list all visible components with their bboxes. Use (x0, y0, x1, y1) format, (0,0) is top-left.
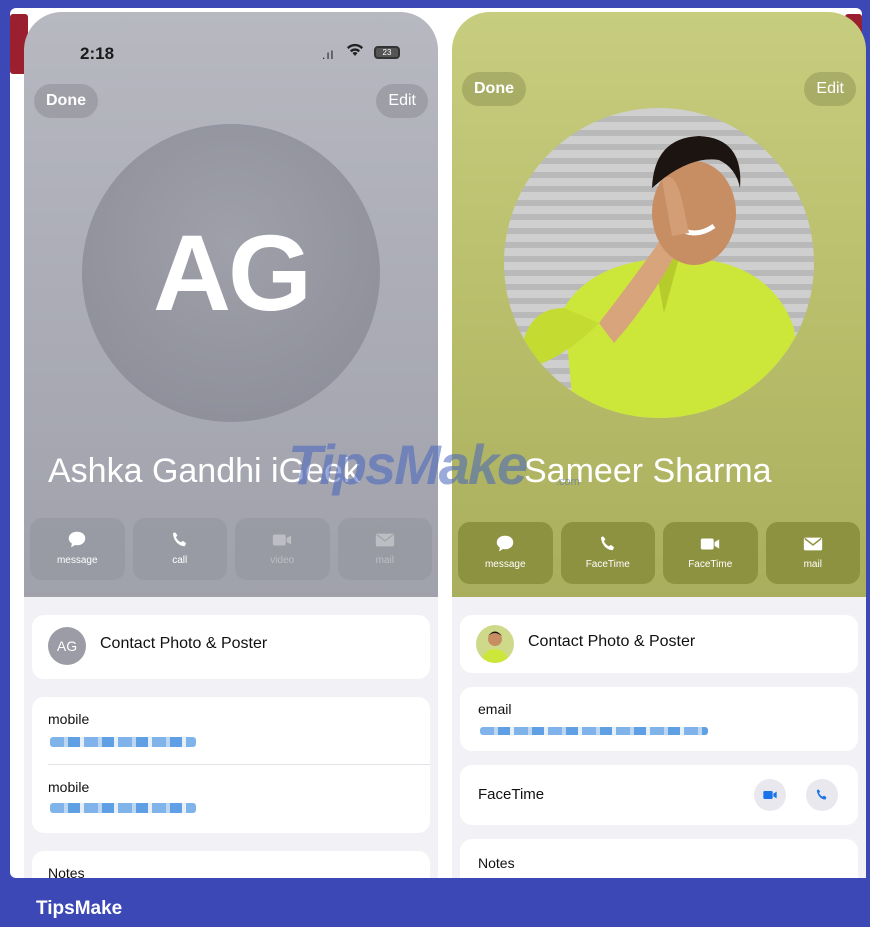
person-photo-illustration (524, 136, 804, 418)
contact-poster-right: Done Edit Sameer Sharma message FaceTime… (452, 12, 866, 597)
status-time: 2:18 (80, 44, 115, 63)
done-button[interactable]: Done (462, 72, 526, 106)
contact-screen-right: Done Edit Sameer Sharma message FaceTime… (452, 12, 866, 878)
mail-button[interactable]: mail (765, 522, 860, 584)
wifi-icon (346, 42, 364, 63)
message-button[interactable]: message (30, 518, 125, 580)
mobile-number-2-blurred[interactable] (50, 803, 196, 813)
email-label: email (478, 701, 512, 717)
email-address-blurred[interactable] (480, 727, 708, 735)
facetime-video-label: FaceTime (688, 559, 733, 570)
mobile-label-2: mobile (48, 779, 90, 795)
contact-name: Sameer Sharma (524, 452, 772, 490)
mail-icon (375, 533, 394, 547)
phone-icon (600, 536, 614, 551)
facetime-card: FaceTime (460, 765, 858, 825)
call-button[interactable]: call (132, 518, 227, 580)
action-buttons: message call video mail (30, 518, 432, 580)
cellular-signal-icon: .ıl (322, 48, 335, 62)
contact-name: Ashka Gandhi iGeek (48, 452, 360, 490)
facetime-audio-button[interactable]: FaceTime (560, 522, 655, 584)
contact-photo-label: Contact Photo & Poster (100, 635, 268, 652)
message-label: message (484, 559, 526, 570)
video-icon (763, 791, 777, 799)
facetime-label: FaceTime (478, 786, 545, 803)
phone-icon (816, 789, 827, 800)
video-icon (273, 534, 292, 546)
facetime-video-small-button[interactable] (754, 779, 786, 811)
done-button[interactable]: Done (34, 84, 98, 118)
mobile-label-1: mobile (48, 711, 90, 727)
contact-screen-left: 2:18 .ıl 23 Done Edit AG Ashka Gandhi iG… (24, 12, 438, 878)
facetime-audio-small-button[interactable] (806, 779, 838, 811)
action-buttons: message FaceTime FaceTime mail (458, 522, 860, 584)
message-button[interactable]: message (458, 522, 553, 584)
message-icon (497, 535, 514, 552)
message-label: message (56, 555, 98, 566)
video-label: video (270, 555, 295, 566)
edit-button[interactable]: Edit (376, 84, 428, 118)
mail-icon (803, 537, 822, 551)
notes-card[interactable]: Notes (460, 839, 858, 878)
footer-bar: TipsMake (0, 878, 870, 927)
message-icon (69, 531, 86, 548)
divider (48, 764, 430, 765)
phone-numbers-card: mobile mobile (32, 697, 430, 833)
brand-label: TipsMake (36, 898, 123, 919)
edit-button[interactable]: Edit (804, 72, 856, 106)
facetime-audio-label: FaceTime (585, 559, 630, 570)
avatar (476, 625, 514, 663)
phone-icon (172, 532, 186, 547)
contact-details-left: AG Contact Photo & Poster mobile mobile … (24, 597, 438, 878)
mobile-number-1-blurred[interactable] (50, 737, 196, 747)
mail-label: mail (803, 559, 822, 570)
notes-label: Notes (478, 855, 515, 871)
contact-photo-poster-row[interactable]: Contact Photo & Poster (460, 615, 858, 673)
contact-photo-label: Contact Photo & Poster (528, 633, 696, 650)
video-icon (701, 538, 720, 550)
contact-poster-left: 2:18 .ıl 23 Done Edit AG Ashka Gandhi iG… (24, 12, 438, 597)
contact-photo-poster-row[interactable]: AG Contact Photo & Poster (32, 615, 430, 679)
notes-label: Notes (48, 865, 85, 878)
notes-card[interactable]: Notes (32, 851, 430, 878)
mail-button[interactable]: mail (337, 518, 432, 580)
avatar-photo-icon (481, 631, 509, 663)
facetime-video-button[interactable]: FaceTime (663, 522, 758, 584)
contact-photo (504, 108, 814, 418)
battery-icon: 23 (374, 46, 400, 59)
contact-details-right: Contact Photo & Poster email FaceTime No… (452, 597, 866, 878)
email-card: email (460, 687, 858, 751)
video-button[interactable]: video (235, 518, 330, 580)
mail-label: mail (375, 555, 394, 566)
status-bar: 2:18 .ıl 23 (24, 42, 438, 66)
contact-avatar-monogram: AG (82, 124, 380, 422)
call-label: call (172, 555, 188, 566)
avatar: AG (48, 627, 86, 665)
